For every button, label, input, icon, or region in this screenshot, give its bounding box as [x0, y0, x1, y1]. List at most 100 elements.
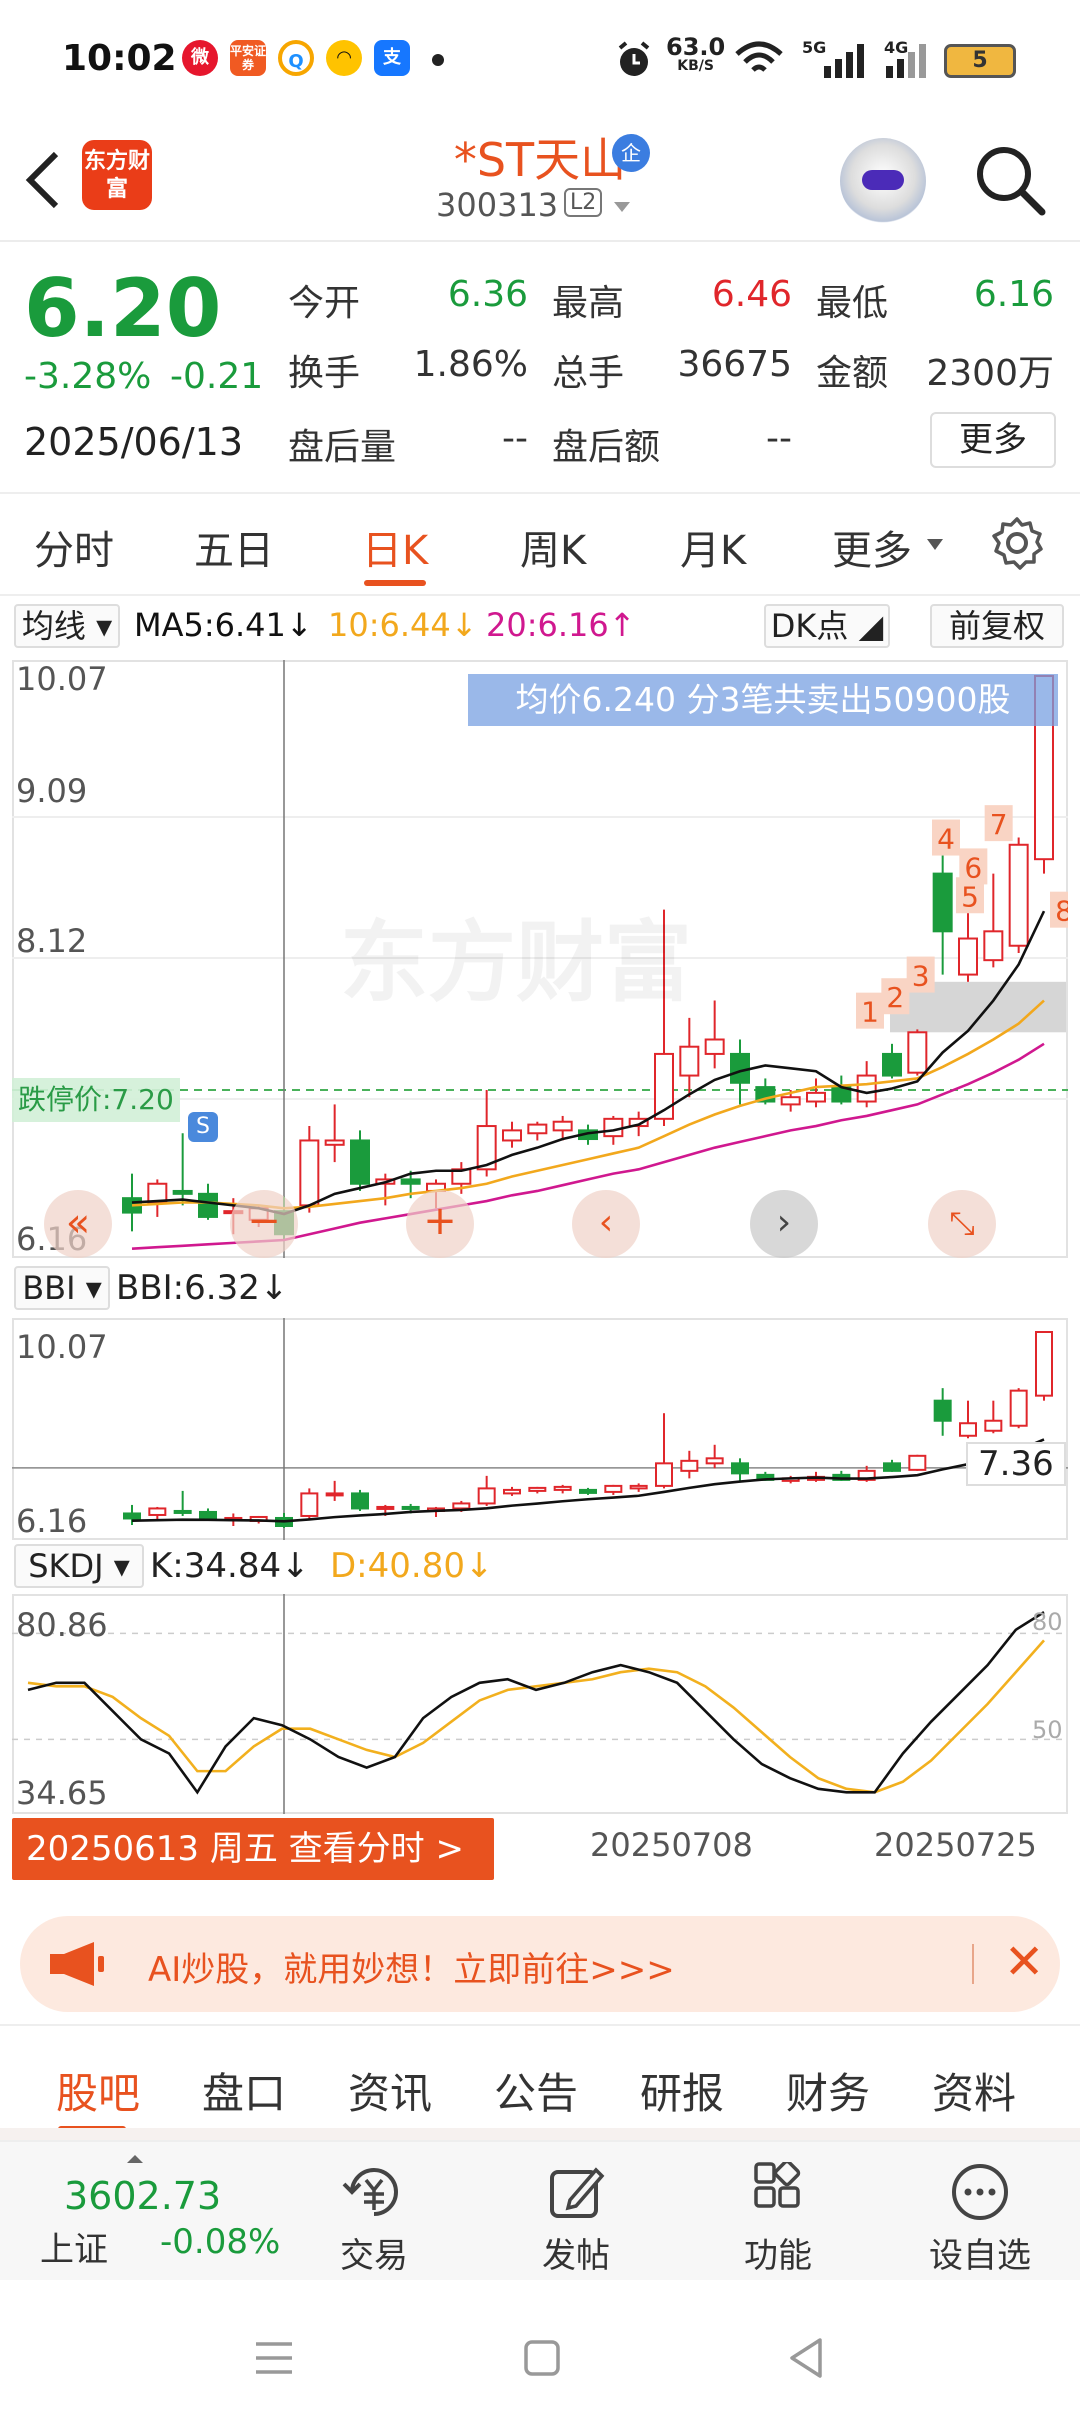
pingan-securities-icon: 平安证券 — [230, 40, 266, 76]
status-time: 10:02 — [62, 38, 177, 79]
candle-body — [552, 1120, 573, 1132]
candle-body — [350, 1139, 370, 1185]
back-icon[interactable] — [786, 2336, 826, 2380]
fullscreen-icon[interactable]: ⤡ — [928, 1190, 996, 1258]
ma-selector[interactable]: 均线 ▾ — [14, 604, 120, 648]
candle-body — [806, 1091, 826, 1103]
tab-order-book[interactable]: 盘口 — [202, 2060, 286, 2121]
bbi-candle-body — [579, 1488, 597, 1494]
ai-assistant-avatar[interactable] — [840, 138, 926, 224]
bbi-candle-body — [655, 1462, 673, 1487]
change-percent: -3.28% — [24, 356, 152, 397]
kdj-frame — [12, 1594, 1068, 1814]
volume-value: 36675 — [677, 344, 792, 385]
trade-marker: 2 — [886, 981, 904, 1014]
trade-icon — [342, 2168, 398, 2216]
level2-badge[interactable]: L2 — [564, 188, 603, 217]
nav-functions[interactable]: 功能 — [708, 2152, 848, 2276]
ma-indicator-bar: 均线 ▾ MA5:6.41↓ 10:6.44↓ 20:6.16↑ DK点 ◢ 前… — [0, 598, 1080, 658]
home-icon[interactable] — [522, 2338, 562, 2378]
bbi-y-top: 10.07 — [16, 1328, 108, 1366]
bbi-selector[interactable]: BBI ▾ — [14, 1266, 110, 1310]
view-intraday-button[interactable]: 20250613 周五 查看分时 > — [12, 1818, 494, 1880]
ai-promo-banner[interactable]: AI炒股，就用妙想！立即前往>>> ✕ — [20, 1916, 1060, 2012]
kdj-k-value: K:34.84↓ — [150, 1546, 310, 1586]
tab-monthly-k[interactable]: 月K — [680, 518, 746, 576]
adjust-mode-button[interactable]: 前复权 — [930, 604, 1064, 648]
amount-value: 2300万 — [926, 353, 1054, 394]
index-value[interactable]: 3602.73 — [64, 2174, 221, 2218]
expand-up-icon[interactable] — [126, 2154, 144, 2164]
nav-functions-label: 功能 — [744, 2236, 812, 2276]
next-icon[interactable]: › — [750, 1190, 818, 1258]
zoom-in-icon[interactable]: + — [406, 1190, 474, 1258]
trade-tooltip: 均价6.240 分3笔共卖出50900股 — [468, 674, 1058, 726]
tab-profile[interactable]: 资料 — [932, 2060, 1016, 2121]
zoom-out-icon[interactable]: − — [230, 1190, 298, 1258]
kdj-selector[interactable]: SKDJ ▾ — [14, 1544, 144, 1588]
candle-body — [958, 937, 978, 976]
quote-panel: 6.20 -3.28% -0.21 2025/06/13 今开 6.36 最高 … — [0, 244, 1080, 492]
close-icon[interactable]: ✕ — [1004, 1934, 1044, 1990]
index-name: 上证 — [40, 2230, 108, 2270]
dk-point-button[interactable]: DK点 ◢ — [764, 604, 890, 648]
kdj-k-line — [27, 1611, 1045, 1795]
tab-five-day[interactable]: 五日 — [194, 518, 274, 576]
current-price: 6.20 — [24, 262, 222, 355]
candle-body — [198, 1192, 218, 1218]
search-icon[interactable] — [972, 142, 1048, 218]
after-hours-volume-label: 盘后量 — [288, 427, 397, 468]
candle-body — [324, 1139, 345, 1146]
menu-icon[interactable] — [252, 2338, 296, 2378]
ai-banner-text[interactable]: AI炒股，就用妙想！立即前往>>> — [148, 1942, 675, 1991]
tab-research[interactable]: 研报 — [640, 2060, 724, 2121]
bbi-last-value: 7.36 — [966, 1442, 1066, 1486]
gear-icon[interactable] — [990, 516, 1044, 570]
more-dropdown-icon[interactable] — [926, 538, 944, 552]
tab-guba[interactable]: 股吧 — [56, 2060, 140, 2121]
back-arrow-icon[interactable] — [20, 150, 64, 210]
nav-add-watchlist[interactable]: 设自选 — [910, 2152, 1050, 2276]
candle-body — [856, 1074, 877, 1103]
trade-marker: 3 — [912, 960, 930, 993]
tab-announcements[interactable]: 公告 — [494, 2060, 578, 2121]
edit-icon — [550, 2167, 605, 2218]
bbi-candle-body — [173, 1509, 192, 1514]
kdj-chart[interactable]: 80.86 34.65 80 50 — [12, 1594, 1068, 1814]
kdj-svg — [12, 1594, 1068, 1814]
nav-post[interactable]: 发帖 — [506, 2152, 646, 2276]
candle-body — [983, 930, 1004, 962]
low-value: 6.16 — [973, 274, 1054, 315]
candle-body — [907, 1031, 928, 1074]
system-navigation — [0, 2282, 1080, 2412]
app-logo[interactable]: 东方财富 — [82, 140, 152, 210]
tab-daily-k[interactable]: 日K — [362, 518, 428, 576]
tab-news[interactable]: 资讯 — [348, 2060, 432, 2121]
tab-more[interactable]: 更多 — [832, 518, 912, 576]
volume-label: 总手 — [552, 353, 625, 394]
bbi-candle-body — [984, 1419, 1003, 1432]
bbi-chart[interactable]: 10.07 6.16 7.36 — [12, 1318, 1068, 1540]
tab-intraday[interactable]: 分时 — [34, 518, 114, 576]
nav-add-watchlist-label: 设自选 — [929, 2236, 1031, 2276]
bbi-candle-body — [959, 1422, 977, 1437]
more-quote-button[interactable]: 更多 — [930, 412, 1056, 468]
kdj-y-bottom: 34.65 — [16, 1774, 108, 1812]
bbi-value: BBI:6.32↓ — [116, 1268, 289, 1308]
previous-icon[interactable]: ‹ — [572, 1190, 640, 1258]
sell-marker-icon[interactable]: S — [188, 1112, 218, 1142]
trade-marker: 1 — [861, 996, 879, 1029]
x-axis-date-2: 20250725 — [874, 1826, 1037, 1864]
after-hours-amount-label: 盘后额 — [552, 427, 661, 468]
tab-finance[interactable]: 财务 — [786, 2060, 870, 2121]
y-axis-label-3: 8.12 — [16, 922, 88, 960]
kline-chart[interactable]: 12345678 10.07 9.09 8.12 6.16 均价6.240 分3… — [12, 660, 1068, 1258]
bbi-y-bottom: 6.16 — [16, 1502, 88, 1540]
tab-weekly-k[interactable]: 周K — [520, 518, 586, 576]
chevron-down-icon[interactable] — [612, 200, 632, 214]
ai-banner-divider — [972, 1944, 974, 1984]
scroll-start-icon[interactable]: « — [44, 1190, 112, 1258]
nav-trade[interactable]: 交易 — [304, 2152, 444, 2276]
bbi-candle-body — [300, 1492, 319, 1517]
ma5-value: MA5:6.41↓ — [134, 606, 313, 644]
